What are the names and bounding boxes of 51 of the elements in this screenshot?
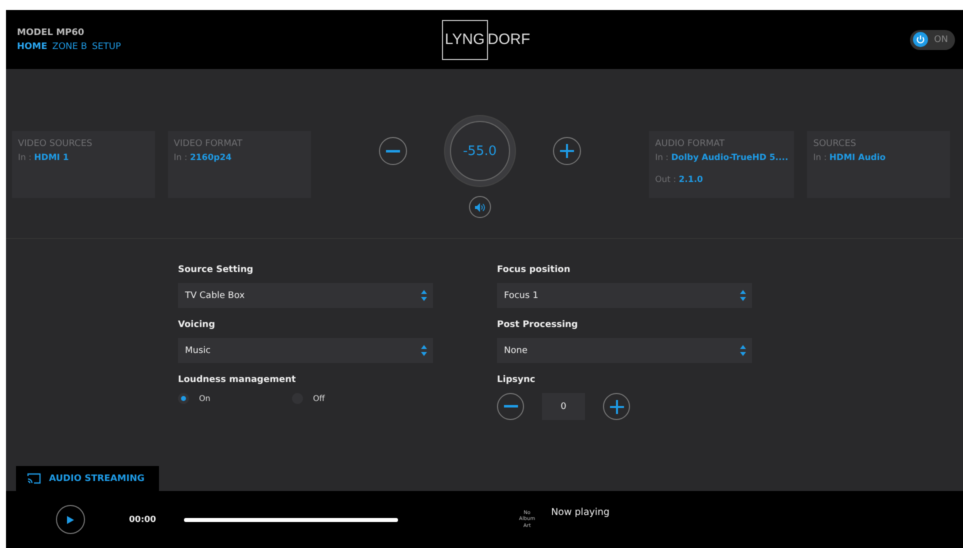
volume-knob[interactable]: -55.0 <box>444 116 515 186</box>
card-title: AUDIO FORMAT <box>655 139 726 149</box>
speaker-icon <box>474 202 485 212</box>
card-title: SOURCES <box>813 139 858 149</box>
play-button[interactable] <box>56 505 85 534</box>
card-value: Out : 2.1.0 <box>655 175 704 185</box>
setting-label: Loudness management <box>178 375 297 385</box>
minus-icon <box>504 405 518 408</box>
up-down-arrows-icon <box>740 345 746 356</box>
setting-label: Voicing <box>178 320 216 330</box>
increase-button[interactable] <box>603 393 630 420</box>
audio-streaming-tab[interactable]: AUDIO STREAMING <box>16 466 158 491</box>
elapsed-time: 00:00 <box>129 514 156 524</box>
value-field[interactable]: 0 <box>542 393 585 420</box>
setting-label: Focus position <box>497 265 572 275</box>
card-title: VIDEO FORMAT <box>174 139 244 149</box>
setting-label: Post Processing <box>497 320 579 330</box>
up-down-arrows-icon <box>740 290 746 301</box>
select-field[interactable]: Music <box>178 338 433 363</box>
nav-link[interactable]: SETUP <box>92 42 121 52</box>
model-name: MODEL MP60 <box>17 28 86 38</box>
play-icon <box>67 516 74 524</box>
radio-option[interactable]: Off <box>292 393 406 404</box>
nav-link[interactable]: ZONE B <box>52 42 88 52</box>
up-down-arrows-icon <box>421 290 427 301</box>
select-field[interactable]: TV Cable Box <box>178 283 433 308</box>
plus-icon <box>560 144 574 158</box>
plus-icon <box>610 400 624 414</box>
cast-icon <box>27 473 41 484</box>
logo: LYNG DORF <box>442 20 530 60</box>
volume-up-button[interactable] <box>552 137 581 165</box>
decrease-button[interactable] <box>497 393 524 420</box>
card-value: In : HDMI 1 <box>18 153 70 163</box>
card-title: VIDEO SOURCES <box>18 139 94 149</box>
mute-button[interactable] <box>468 196 491 218</box>
setting-label: Lipsync <box>497 375 536 385</box>
now-playing-text: Now playing <box>551 507 610 518</box>
up-down-arrows-icon <box>421 345 427 356</box>
volume-down-button[interactable] <box>378 137 407 165</box>
select-field[interactable]: None <box>497 338 752 363</box>
card-value: In : HDMI Audio <box>813 153 887 163</box>
power-toggle[interactable]: ON <box>910 30 955 50</box>
card-value: In : 2160p24 <box>174 153 233 163</box>
nav-link[interactable]: HOME <box>17 42 48 52</box>
select-field[interactable]: Focus 1 <box>497 283 752 308</box>
radio-icon[interactable] <box>178 393 189 404</box>
progress-bar[interactable] <box>184 518 398 522</box>
setting-label: Source Setting <box>178 265 254 275</box>
radio-option[interactable]: On <box>178 393 292 404</box>
card-value: In : Dolby Audio-TrueHD 5.... <box>655 153 788 163</box>
minus-icon <box>386 150 400 152</box>
